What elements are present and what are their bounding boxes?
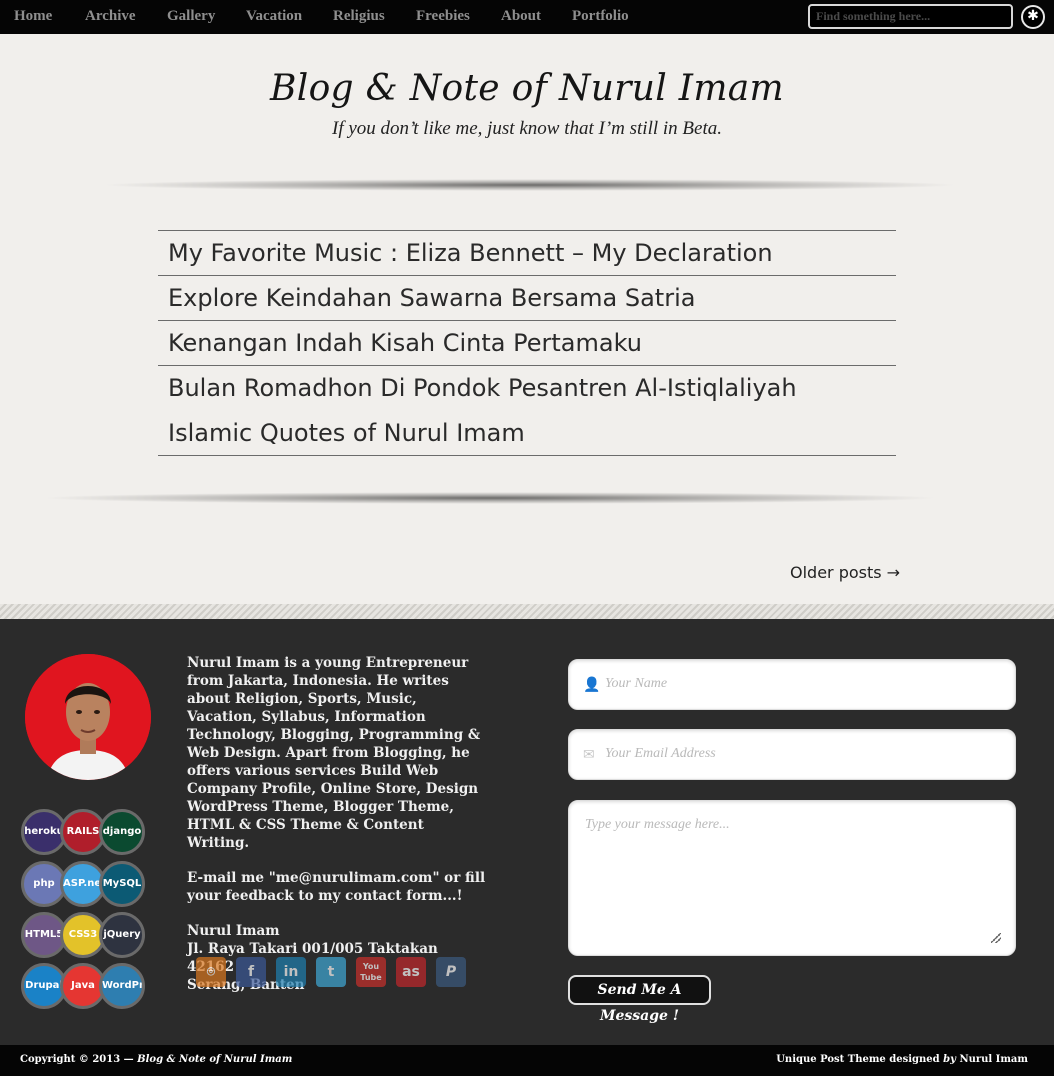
search-button[interactable]: ✱ <box>1021 5 1045 29</box>
nav-religius[interactable]: Religius <box>333 8 385 25</box>
designer-link[interactable]: Nurul Imam <box>959 1054 1028 1065</box>
email-field[interactable]: ✉ Your Email Address <box>568 729 1016 780</box>
nav-vacation[interactable]: Vacation <box>246 8 302 25</box>
bio-name: Nurul Imam <box>187 923 280 939</box>
search-icon: ✱ <box>1027 8 1039 24</box>
post-link[interactable]: Islamic Quotes of Nurul Imam <box>158 411 896 456</box>
divider-shadow-top <box>100 179 960 191</box>
post-link[interactable]: Bulan Romadhon Di Pondok Pesantren Al-Is… <box>158 366 896 411</box>
author-bio: Nurul Imam is a young Entrepreneur from … <box>187 654 487 994</box>
bio-paragraph: Nurul Imam is a young Entrepreneur from … <box>187 655 481 851</box>
nav-freebies[interactable]: Freebies <box>416 8 470 25</box>
post-link[interactable]: Explore Keindahan Sawarna Bersama Satria <box>158 276 896 321</box>
envelope-icon: ✉ <box>583 747 595 763</box>
wordpress-badge-icon: WordPress <box>99 963 145 1009</box>
paper-edge <box>0 604 1054 619</box>
django-badge-icon: django <box>99 809 145 855</box>
site-title[interactable]: Blog & Note of Nurul Imam <box>0 68 1054 109</box>
divider-shadow-bottom <box>40 492 940 504</box>
user-icon: 👤 <box>583 677 601 693</box>
youtube-icon[interactable]: You Tube <box>356 957 386 987</box>
copyright-text: Copyright © 2013 — Blog & Note of Nurul … <box>20 1054 293 1065</box>
linkedin-icon[interactable]: in <box>276 957 306 987</box>
bio-contact: E-mail me "me@nurulimam.com" or fill you… <box>187 870 486 904</box>
nav-about[interactable]: About <box>501 8 541 25</box>
rss-icon[interactable]: ⌾ <box>196 957 226 987</box>
top-navigation: Home Archive Gallery Vacation Religius F… <box>0 0 1054 34</box>
mysql-badge-icon: MySQL <box>99 861 145 907</box>
nav-archive[interactable]: Archive <box>85 8 136 25</box>
copyright-site-link[interactable]: Blog & Note of Nurul Imam <box>137 1054 292 1065</box>
pandora-icon[interactable]: P <box>436 957 466 987</box>
jquery-badge-icon: jQuery <box>99 912 145 958</box>
name-field[interactable]: 👤 Your Name <box>568 659 1016 710</box>
older-posts-link[interactable]: Older posts → <box>790 563 900 582</box>
resize-handle-icon[interactable] <box>991 933 1001 943</box>
post-link[interactable]: My Favorite Music : Eliza Bennett – My D… <box>158 231 896 276</box>
site-tagline: If you don’t like me, just know that I’m… <box>332 118 722 139</box>
twitter-icon[interactable]: t <box>316 957 346 987</box>
facebook-icon[interactable]: f <box>236 957 266 987</box>
designer-credit: Unique Post Theme designed by Nurul Imam <box>776 1054 1028 1065</box>
nav-portfolio[interactable]: Portfolio <box>572 8 629 25</box>
post-list: My Favorite Music : Eliza Bennett – My D… <box>158 230 896 456</box>
nav-gallery[interactable]: Gallery <box>167 8 215 25</box>
message-field[interactable]: Type your message here... <box>568 800 1016 956</box>
post-link[interactable]: Kenangan Indah Kisah Cinta Pertamaku <box>158 321 896 366</box>
avatar <box>25 654 151 780</box>
send-message-button[interactable]: Send Me A Message ! <box>568 975 711 1024</box>
nav-home[interactable]: Home <box>14 8 52 25</box>
search-input[interactable] <box>808 4 1013 29</box>
lastfm-icon[interactable]: as <box>396 957 426 987</box>
